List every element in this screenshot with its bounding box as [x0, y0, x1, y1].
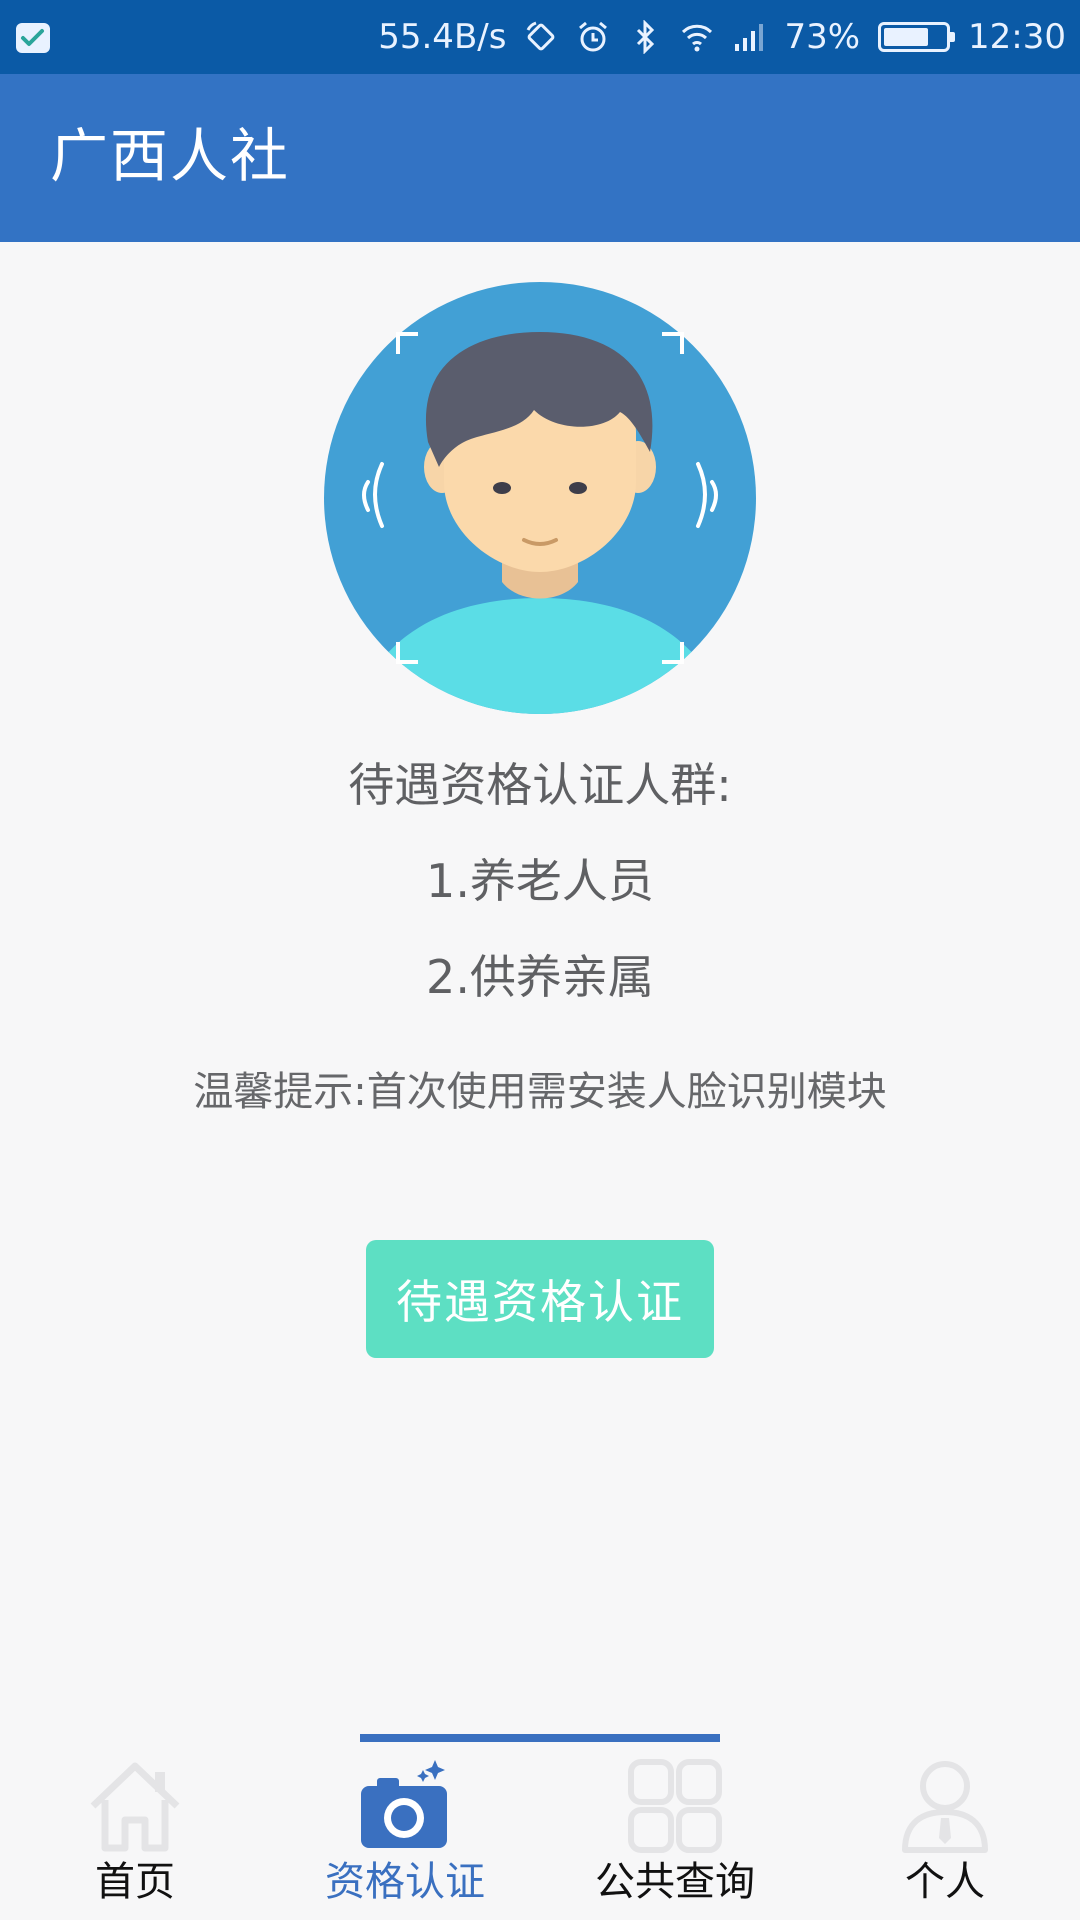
camera-icon: [361, 1760, 447, 1848]
tab-personal-label: 个人: [905, 1859, 985, 1905]
clock: 12:30: [968, 17, 1066, 57]
tab-certification[interactable]: 资格认证: [270, 1756, 540, 1920]
wifi-icon: [682, 24, 713, 52]
tab-certification-label: 资格认证: [325, 1859, 485, 1905]
grid-icon: [628, 1759, 722, 1853]
bluetooth-icon: [637, 20, 655, 54]
page-title: 广西人社: [50, 122, 291, 190]
eligible-item-dependents: 2.供养亲属: [426, 950, 654, 1004]
tab-home[interactable]: 首页: [0, 1756, 270, 1920]
person-icon: [902, 1761, 988, 1853]
active-tab-indicator: [360, 1734, 720, 1742]
home-icon: [90, 1762, 180, 1852]
start-certification-button[interactable]: 待遇资格认证: [366, 1240, 714, 1358]
install-tip: 温馨提示:首次使用需安装人脸识别模块: [193, 1069, 887, 1115]
bottom-nav: 首页 资格认证 公共查询 个人: [0, 1728, 1080, 1920]
tab-public-query-label: 公共查询: [595, 1859, 755, 1905]
app-bar: 广西人社: [0, 74, 1080, 242]
eligible-group-title: 待遇资格认证人群:: [348, 758, 732, 812]
status-bar: 55.4B/s 73% 12:30: [0, 0, 1080, 74]
app-check-icon: [16, 23, 50, 53]
alarm-icon: [579, 21, 608, 52]
tab-public-query[interactable]: 公共查询: [540, 1756, 810, 1920]
net-speed: 55.4B/s: [378, 17, 507, 57]
tab-personal[interactable]: 个人: [810, 1756, 1080, 1920]
battery-percent: 73%: [784, 17, 861, 57]
tab-home-label: 首页: [95, 1859, 175, 1905]
eligible-item-retirees: 1.养老人员: [426, 854, 654, 908]
signal-icon: [735, 24, 764, 51]
battery-icon: [878, 22, 956, 52]
rotation-lock-icon: [527, 21, 555, 51]
face-recognition-illustration: [324, 282, 756, 714]
